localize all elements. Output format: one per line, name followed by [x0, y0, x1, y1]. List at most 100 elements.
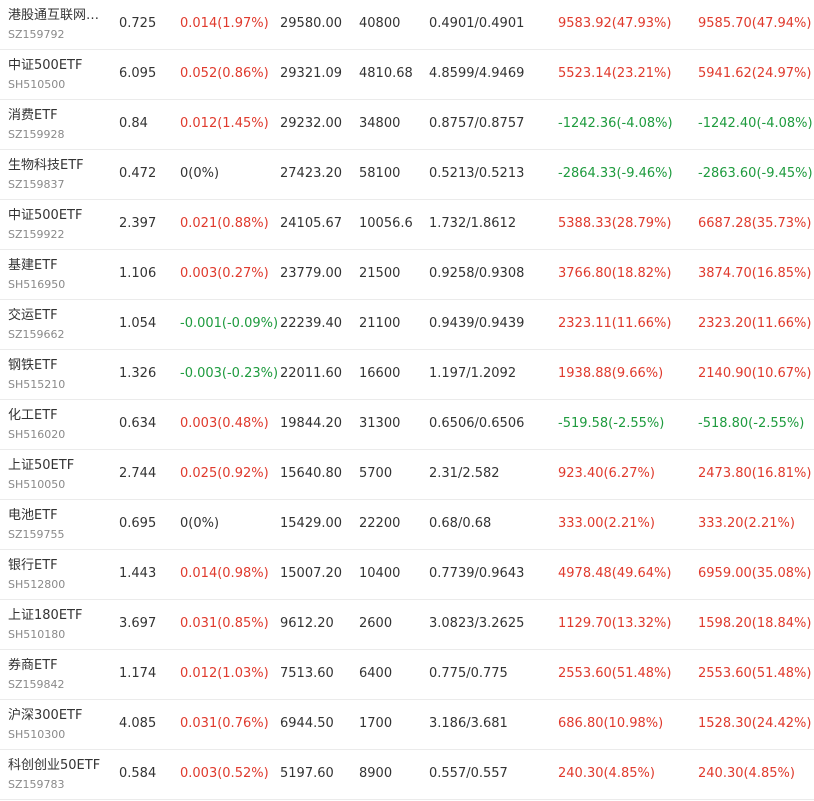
fund-name-cell[interactable]: 基建ETF SH516950: [8, 258, 110, 292]
table-row[interactable]: 沪深300ETF SH510300 4.085 0.031(0.76%) 694…: [0, 700, 814, 750]
current-price: 1.443: [119, 566, 157, 581]
market-value: 22239.40: [280, 316, 343, 331]
holding-shares: 22200: [359, 516, 401, 531]
holding-profit: 4978.48(49.64%): [558, 566, 672, 581]
fund-code: SZ159922: [8, 228, 65, 241]
table-row[interactable]: 钢铁ETF SH515210 1.326 -0.003(-0.23%) 2201…: [0, 350, 814, 400]
cost-price: 0.5213/0.5213: [429, 166, 525, 181]
holding-shares: 8900: [359, 766, 393, 781]
current-price: 0.634: [119, 416, 157, 431]
fund-code: SH510500: [8, 78, 66, 91]
fund-name[interactable]: 交运ETF: [8, 308, 110, 324]
fund-name[interactable]: 上证50ETF: [8, 458, 110, 474]
fund-name-cell[interactable]: 交运ETF SZ159662: [8, 308, 110, 342]
fund-name-cell[interactable]: 化工ETF SH516020: [8, 408, 110, 442]
holding-profit: 240.30(4.85%): [558, 766, 655, 781]
total-profit: 2553.60(51.48%): [698, 666, 812, 681]
table-row[interactable]: 消费ETF SZ159928 0.84 0.012(1.45%) 29232.0…: [0, 100, 814, 150]
cost-price: 1.197/1.2092: [429, 366, 517, 381]
holding-profit: 1129.70(13.32%): [558, 616, 672, 631]
fund-name[interactable]: 银行ETF: [8, 558, 110, 574]
fund-name-cell[interactable]: 中证500ETF SH510500: [8, 58, 110, 92]
holding-shares: 16600: [359, 366, 401, 381]
holding-shares: 4810.68: [359, 66, 413, 81]
fund-name-cell[interactable]: 生物科技ETF SZ159837: [8, 158, 110, 192]
holding-profit: -1242.36(-4.08%): [558, 116, 673, 131]
cost-price: 0.7739/0.9643: [429, 566, 525, 581]
table-row[interactable]: 券商ETF SZ159842 1.174 0.012(1.03%) 7513.6…: [0, 650, 814, 700]
holding-profit: -2864.33(-9.46%): [558, 166, 673, 181]
market-value: 22011.60: [280, 366, 343, 381]
table-row[interactable]: 生物科技ETF SZ159837 0.472 0(0%) 27423.20 58…: [0, 150, 814, 200]
fund-name[interactable]: 中证500ETF: [8, 208, 110, 224]
fund-name[interactable]: 中证500ETF: [8, 58, 110, 74]
fund-name[interactable]: 基建ETF: [8, 258, 110, 274]
fund-name[interactable]: 生物科技ETF: [8, 158, 110, 174]
market-value: 15429.00: [280, 516, 343, 531]
fund-name-cell[interactable]: 上证50ETF SH510050: [8, 458, 110, 492]
price-change: 0.031(0.85%): [180, 616, 269, 631]
holding-profit: 5388.33(28.79%): [558, 216, 672, 231]
table-row[interactable]: 交运ETF SZ159662 1.054 -0.001(-0.09%) 2223…: [0, 300, 814, 350]
fund-name-cell[interactable]: 港股通互联网… SZ159792: [8, 8, 110, 42]
current-price: 0.584: [119, 766, 157, 781]
fund-name-cell[interactable]: 钢铁ETF SH515210: [8, 358, 110, 392]
market-value: 24105.67: [280, 216, 343, 231]
table-body: 港股通互联网… SZ159792 0.725 0.014(1.97%) 2958…: [0, 0, 814, 800]
table-row[interactable]: 上证180ETF SH510180 3.697 0.031(0.85%) 961…: [0, 600, 814, 650]
fund-code: SZ159792: [8, 28, 65, 41]
fund-name-cell[interactable]: 科创创业50ETF SZ159783: [8, 758, 110, 792]
cost-price: 3.0823/3.2625: [429, 616, 525, 631]
table-row[interactable]: 港股通互联网… SZ159792 0.725 0.014(1.97%) 2958…: [0, 0, 814, 50]
fund-code: SZ159783: [8, 778, 65, 791]
price-change: -0.001(-0.09%): [180, 316, 279, 331]
price-change: 0.003(0.48%): [180, 416, 269, 431]
fund-code: SZ159842: [8, 678, 65, 691]
cost-price: 0.775/0.775: [429, 666, 508, 681]
table-row[interactable]: 科创创业50ETF SZ159783 0.584 0.003(0.52%) 51…: [0, 750, 814, 800]
fund-code: SZ159755: [8, 528, 65, 541]
total-profit: 9585.70(47.94%): [698, 16, 812, 31]
fund-name-cell[interactable]: 消费ETF SZ159928: [8, 108, 110, 142]
price-change: 0.003(0.27%): [180, 266, 269, 281]
fund-name[interactable]: 科创创业50ETF: [8, 758, 110, 774]
holding-profit: -519.58(-2.55%): [558, 416, 665, 431]
table-row[interactable]: 中证500ETF SH510500 6.095 0.052(0.86%) 293…: [0, 50, 814, 100]
fund-name-cell[interactable]: 上证180ETF SH510180: [8, 608, 110, 642]
table-row[interactable]: 上证50ETF SH510050 2.744 0.025(0.92%) 1564…: [0, 450, 814, 500]
holding-shares: 21500: [359, 266, 401, 281]
table-row[interactable]: 中证500ETF SZ159922 2.397 0.021(0.88%) 241…: [0, 200, 814, 250]
fund-name[interactable]: 上证180ETF: [8, 608, 110, 624]
table-row[interactable]: 电池ETF SZ159755 0.695 0(0%) 15429.00 2220…: [0, 500, 814, 550]
table-row[interactable]: 基建ETF SH516950 1.106 0.003(0.27%) 23779.…: [0, 250, 814, 300]
price-change: 0.014(0.98%): [180, 566, 269, 581]
total-profit: 6959.00(35.08%): [698, 566, 812, 581]
holding-shares: 10056.6: [359, 216, 413, 231]
current-price: 0.84: [119, 116, 148, 131]
fund-name[interactable]: 消费ETF: [8, 108, 110, 124]
table-row[interactable]: 银行ETF SH512800 1.443 0.014(0.98%) 15007.…: [0, 550, 814, 600]
fund-code: SH510050: [8, 478, 66, 491]
market-value: 23779.00: [280, 266, 343, 281]
fund-code: SH510180: [8, 628, 66, 641]
fund-name[interactable]: 钢铁ETF: [8, 358, 110, 374]
fund-name-cell[interactable]: 券商ETF SZ159842: [8, 658, 110, 692]
total-profit: 2140.90(10.67%): [698, 366, 812, 381]
cost-price: 1.732/1.8612: [429, 216, 517, 231]
fund-name[interactable]: 沪深300ETF: [8, 708, 110, 724]
fund-name[interactable]: 电池ETF: [8, 508, 110, 524]
fund-name-cell[interactable]: 电池ETF SZ159755: [8, 508, 110, 542]
fund-name[interactable]: 化工ETF: [8, 408, 110, 424]
market-value: 9612.20: [280, 616, 334, 631]
fund-code: SH510300: [8, 728, 66, 741]
fund-name-cell[interactable]: 沪深300ETF SH510300: [8, 708, 110, 742]
total-profit: 1598.20(18.84%): [698, 616, 812, 631]
fund-name-cell[interactable]: 中证500ETF SZ159922: [8, 208, 110, 242]
fund-name[interactable]: 港股通互联网…: [8, 8, 110, 24]
table-row[interactable]: 化工ETF SH516020 0.634 0.003(0.48%) 19844.…: [0, 400, 814, 450]
holding-profit: 3766.80(18.82%): [558, 266, 672, 281]
fund-name[interactable]: 券商ETF: [8, 658, 110, 674]
holding-profit: 686.80(10.98%): [558, 716, 664, 731]
fund-name-cell[interactable]: 银行ETF SH512800: [8, 558, 110, 592]
total-profit: 2323.20(11.66%): [698, 316, 812, 331]
